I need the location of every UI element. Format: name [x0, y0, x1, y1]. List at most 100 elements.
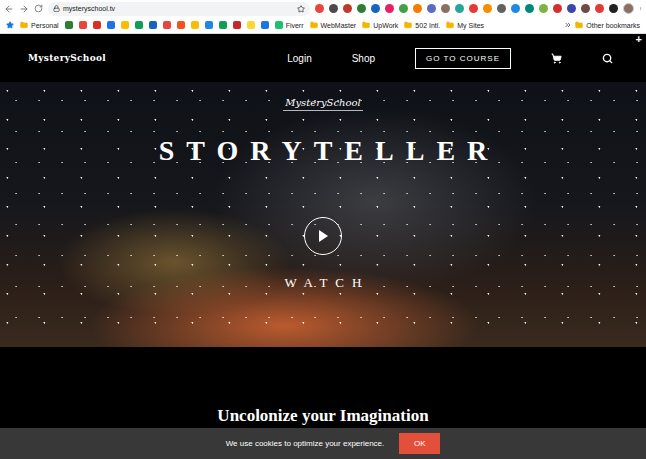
folder-icon [20, 21, 28, 29]
extension-icon[interactable] [553, 4, 562, 13]
extension-icon[interactable] [399, 4, 408, 13]
extension-icon[interactable] [497, 4, 506, 13]
back-icon[interactable] [4, 4, 14, 14]
nav-link[interactable]: Shop [352, 53, 375, 64]
extension-icon[interactable] [329, 4, 338, 13]
play-button[interactable] [304, 217, 342, 255]
bookmark-item[interactable] [261, 21, 269, 29]
nav-link[interactable]: Login [287, 53, 311, 64]
hero-banner: MysterySchoolSTORYTELLERWATCH [0, 82, 646, 347]
cookie-message: We use cookies to optimize your experien… [226, 439, 385, 448]
site-icon [149, 21, 157, 29]
extension-icon[interactable] [609, 4, 618, 13]
bookmark-label: My Sites [457, 22, 484, 29]
go-to-course-button[interactable]: GO TO COURSE [415, 48, 511, 69]
extension-icon[interactable] [315, 4, 324, 13]
watch-label[interactable]: WATCH [277, 275, 370, 291]
extension-icon[interactable] [357, 4, 366, 13]
section-heading: Uncolonize your Imagination [217, 406, 428, 426]
bookmark-label: WebMaster [321, 22, 357, 29]
reload-icon[interactable] [34, 4, 43, 13]
site-icon [163, 21, 171, 29]
extensions [315, 3, 642, 14]
site-icon [261, 21, 269, 29]
corner-plus[interactable]: + [636, 33, 642, 45]
browser-toolbar: mysteryschool.tv [0, 0, 646, 17]
bookmark-item[interactable] [205, 21, 213, 29]
apps-star-icon[interactable] [6, 21, 14, 29]
bookmark-item[interactable]: 502 Intl. [404, 21, 440, 29]
extension-icon[interactable] [525, 4, 534, 13]
folder-icon [362, 21, 370, 29]
extension-icon[interactable] [595, 4, 604, 13]
site-icon [177, 21, 185, 29]
folder-icon [575, 21, 583, 29]
cookie-ok-button[interactable]: OK [399, 433, 440, 454]
extension-icon[interactable] [371, 4, 380, 13]
other-bookmarks[interactable]: Other bookmarks [564, 21, 640, 29]
site-logo[interactable]: MysterySchool [28, 53, 106, 63]
bookmark-item[interactable] [177, 21, 185, 29]
bookmark-item[interactable]: Personal [20, 21, 59, 29]
cart-icon[interactable] [551, 53, 562, 64]
extension-icon[interactable] [511, 4, 520, 13]
bookmark-label: Fiverr [286, 22, 304, 29]
other-bookmarks-label: Other bookmarks [586, 22, 640, 29]
play-icon[interactable] [317, 229, 329, 243]
folder-icon [310, 21, 318, 29]
bookmark-item[interactable]: UpWork [362, 21, 398, 29]
extension-icon[interactable] [343, 4, 352, 13]
site-icon [275, 21, 283, 29]
site-icon [233, 21, 241, 29]
extension-icon[interactable] [413, 4, 422, 13]
bookmark-item[interactable] [233, 21, 241, 29]
extension-icon[interactable] [539, 4, 548, 13]
cart-button[interactable] [551, 53, 562, 64]
bookmark-item[interactable] [149, 21, 157, 29]
site-icon [121, 21, 129, 29]
forward-icon[interactable] [19, 4, 29, 14]
bookmark-star-icon[interactable] [297, 5, 305, 13]
address-bar[interactable]: mysteryschool.tv [48, 2, 310, 16]
extension-icon[interactable] [581, 4, 590, 13]
bookmark-item[interactable]: My Sites [446, 21, 484, 29]
site-icon [219, 21, 227, 29]
search-icon[interactable] [602, 53, 613, 64]
bookmark-item[interactable] [65, 21, 73, 29]
bookmark-label: UpWork [373, 22, 398, 29]
extension-icon[interactable] [455, 4, 464, 13]
bookmark-label: 502 Intl. [415, 22, 440, 29]
cookie-bar: We use cookies to optimize your experien… [0, 428, 646, 459]
extension-icon[interactable] [469, 4, 478, 13]
extension-icon[interactable] [483, 4, 492, 13]
chevrons-icon[interactable] [564, 21, 572, 29]
bookmark-item[interactable] [93, 21, 101, 29]
extension-icon[interactable] [441, 4, 450, 13]
profile-icon[interactable] [623, 3, 634, 14]
site-icon [65, 21, 73, 29]
hero-title: STORYTELLER [147, 135, 500, 167]
menu-icon[interactable] [639, 4, 642, 13]
intro-section: Uncolonize your Imagination [0, 347, 646, 428]
site-icon [205, 21, 213, 29]
bookmark-item[interactable] [79, 21, 87, 29]
bookmark-item[interactable] [247, 21, 255, 29]
bookmark-item[interactable] [135, 21, 143, 29]
search-button[interactable] [602, 53, 613, 64]
site-icon [191, 21, 199, 29]
bookmark-item[interactable] [163, 21, 171, 29]
bookmark-item[interactable]: Fiverr [275, 21, 304, 29]
site-icon [135, 21, 143, 29]
bookmark-item[interactable]: WebMaster [310, 21, 357, 29]
site-icon [79, 21, 87, 29]
url-text: mysteryschool.tv [63, 5, 294, 12]
site-icon [247, 21, 255, 29]
bookmark-item[interactable] [191, 21, 199, 29]
bookmark-item[interactable] [219, 21, 227, 29]
extension-icon[interactable] [567, 4, 576, 13]
site-header: MysterySchool Login Shop GO TO COURSE + [0, 34, 646, 82]
extension-icon[interactable] [427, 4, 436, 13]
bookmark-item[interactable] [121, 21, 129, 29]
extension-icon[interactable] [385, 4, 394, 13]
bookmark-item[interactable] [107, 21, 115, 29]
